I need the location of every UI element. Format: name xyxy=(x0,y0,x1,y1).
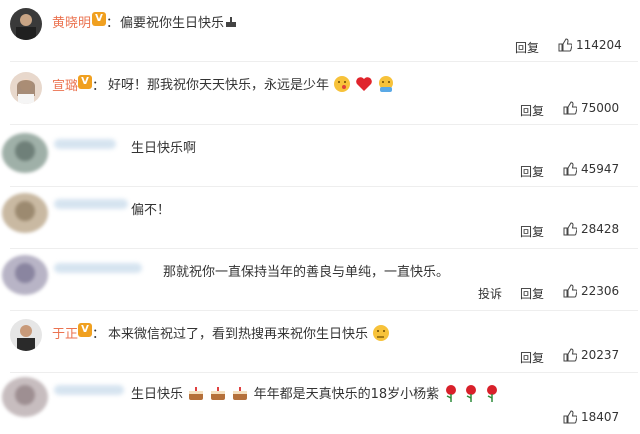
reply-button[interactable]: 回复 xyxy=(520,223,544,240)
verified-badge-icon: V xyxy=(92,12,106,26)
comment-item: 偏不！ 回复 28428 xyxy=(0,187,640,249)
cake-icon xyxy=(187,384,205,406)
kiss-face-icon xyxy=(333,75,351,97)
thumbs-up-icon xyxy=(563,410,577,424)
comment-text: 那就祝你一直保持当年的善良与单纯，一直快乐。 xyxy=(163,265,450,280)
reply-button[interactable]: 回复 xyxy=(520,102,544,119)
report-button[interactable]: 投诉 xyxy=(478,285,502,302)
blurred-username xyxy=(54,199,128,209)
comment-text: 本来微信祝过了，看到热搜再来祝你生日快乐 xyxy=(108,323,390,346)
rose-icon xyxy=(484,384,500,406)
comment-item: 那就祝你一直保持当年的善良与单纯，一直快乐。 投诉 回复 22306 xyxy=(0,249,640,311)
thumbs-up-icon xyxy=(563,101,577,115)
comment-separator: ： xyxy=(92,327,106,342)
like-count: 75000 xyxy=(581,101,620,115)
rose-icon xyxy=(463,384,479,406)
like-count: 18407 xyxy=(581,410,620,424)
cake-icon xyxy=(224,15,238,33)
verified-badge-icon: V xyxy=(78,75,92,89)
avatar[interactable] xyxy=(2,133,48,173)
heart-icon xyxy=(355,75,373,97)
like-button[interactable]: 45947 xyxy=(563,162,619,176)
comment-text: 偏不！ xyxy=(131,203,171,218)
blurred-username xyxy=(54,139,116,149)
avatar[interactable] xyxy=(2,377,48,417)
like-count: 114204 xyxy=(576,38,622,52)
thumbs-up-icon xyxy=(563,284,577,298)
verified-badge-icon: V xyxy=(78,323,92,337)
avatar[interactable] xyxy=(10,319,42,351)
like-button[interactable]: 75000 xyxy=(563,101,619,115)
hug-face-icon xyxy=(377,75,395,97)
thumbs-up-icon xyxy=(563,348,577,362)
comment-text: 好呀！那我祝你天天快乐，永远是少年 xyxy=(108,74,395,97)
comment-item: 宣璐 V ： 好呀！那我祝你天天快乐，永远是少年 回复 75000 xyxy=(0,62,640,124)
rose-icon xyxy=(443,384,459,406)
reply-button[interactable]: 回复 xyxy=(520,285,544,302)
username[interactable]: 于正 xyxy=(52,323,78,342)
thumbs-up-icon xyxy=(563,162,577,176)
cake-icon xyxy=(231,384,249,406)
blurred-username xyxy=(54,263,142,273)
like-count: 45947 xyxy=(581,162,620,176)
like-button[interactable]: 22306 xyxy=(563,284,619,298)
comment-item: 生日快乐 年年都是天真快乐的18岁小杨紫 18407 xyxy=(0,373,640,434)
comment-item: 于正 V ： 本来微信祝过了，看到热搜再来祝你生日快乐 回复 20237 xyxy=(0,311,640,373)
reply-button[interactable]: 回复 xyxy=(520,163,544,180)
like-button[interactable]: 114204 xyxy=(558,38,622,52)
avatar[interactable] xyxy=(10,8,42,40)
like-count: 22306 xyxy=(581,284,620,298)
comment-separator: ： xyxy=(106,16,120,31)
reply-button[interactable]: 回复 xyxy=(515,39,539,56)
reply-button[interactable]: 回复 xyxy=(520,349,544,366)
like-count: 28428 xyxy=(581,222,620,236)
comment-item: 生日快乐啊 回复 45947 xyxy=(0,125,640,187)
comment-text: 生日快乐啊 xyxy=(131,141,197,156)
comment-separator: ： xyxy=(92,79,106,94)
avatar[interactable] xyxy=(10,72,42,104)
like-button[interactable]: 28428 xyxy=(563,222,619,236)
blurred-username xyxy=(54,385,124,395)
thinking-face-icon xyxy=(372,324,390,346)
cake-icon xyxy=(209,384,227,406)
avatar[interactable] xyxy=(2,255,48,295)
like-button[interactable]: 20237 xyxy=(563,348,619,362)
username[interactable]: 宣璐 xyxy=(52,75,78,94)
thumbs-up-icon xyxy=(558,38,572,52)
like-count: 20237 xyxy=(581,348,620,362)
comment-text: 偏要祝你生日快乐 xyxy=(120,12,238,33)
username[interactable]: 黄晓明 xyxy=(52,12,91,31)
thumbs-up-icon xyxy=(563,222,577,236)
comment-item: 黄晓明 V ： 偏要祝你生日快乐 回复 114204 xyxy=(0,0,640,62)
like-button[interactable]: 18407 xyxy=(563,410,619,424)
comment-text: 生日快乐 年年都是天真快乐的18岁小杨紫 xyxy=(131,383,500,406)
avatar[interactable] xyxy=(2,193,48,233)
